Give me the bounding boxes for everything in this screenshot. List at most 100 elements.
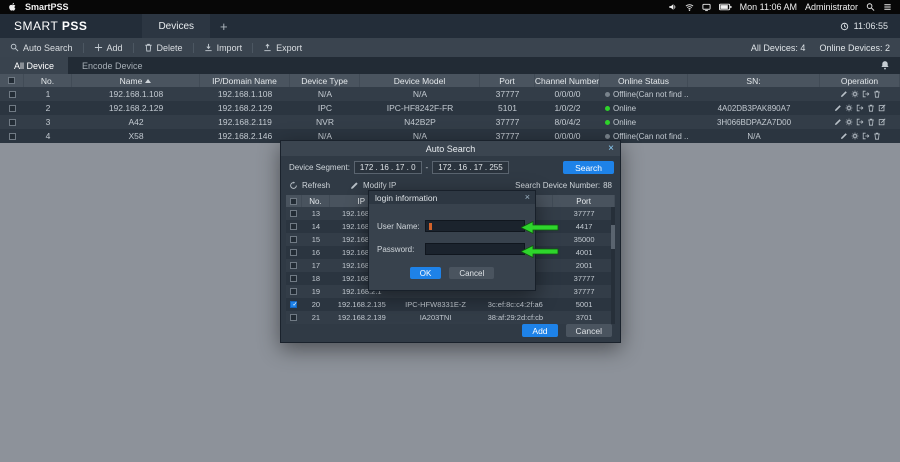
password-input[interactable] <box>425 243 525 255</box>
segment-end-input[interactable]: 172 . 16 . 17 . 255 <box>432 161 509 174</box>
close-icon[interactable]: × <box>525 191 530 204</box>
apple-logo-icon[interactable] <box>8 2 17 12</box>
device-row[interactable]: 3A42192.168.2.119NVRN42B2P377778/0/4/2On… <box>0 115 900 129</box>
device-row[interactable]: 1192.168.1.108192.168.1.108N/AN/A377770/… <box>0 87 900 101</box>
column-header[interactable]: Channel Number <box>535 76 599 86</box>
edit-icon[interactable] <box>840 90 848 98</box>
logout-icon[interactable] <box>862 132 870 140</box>
search-result-row[interactable]: 21192.168.2.139IA203TNI38:af:29:2d:cf:cb… <box>286 311 615 324</box>
row-checkbox[interactable] <box>9 105 16 112</box>
refresh-label[interactable]: Refresh <box>302 181 330 190</box>
cell-no: 13 <box>302 207 330 220</box>
row-checkbox[interactable] <box>290 223 297 230</box>
column-header[interactable]: Port <box>576 197 591 206</box>
new-tab-button[interactable]: + <box>220 19 228 34</box>
column-header[interactable]: Device Model <box>394 76 446 86</box>
logout-icon[interactable] <box>856 104 864 112</box>
import-button[interactable]: Import <box>194 38 253 57</box>
row-checkbox[interactable] <box>290 288 297 295</box>
column-header[interactable]: No. <box>309 197 321 206</box>
ok-button[interactable]: OK <box>410 267 442 279</box>
settings-icon[interactable] <box>845 104 853 112</box>
modify-ip-button[interactable]: Modify IP <box>350 181 396 190</box>
modify-icon[interactable] <box>878 104 886 112</box>
column-header[interactable]: No. <box>41 76 54 86</box>
add-button[interactable]: Add <box>84 38 133 57</box>
row-checkbox[interactable] <box>290 301 297 308</box>
menubar-user[interactable]: Administrator <box>805 2 858 12</box>
logout-icon[interactable] <box>856 118 864 126</box>
modify-icon[interactable] <box>878 118 886 126</box>
menubar-datetime[interactable]: Mon 11:06 AM <box>740 2 797 12</box>
cell-sn: 3H066BDPAZA7D00 <box>688 115 820 129</box>
delete-icon[interactable] <box>873 90 881 98</box>
spotlight-icon[interactable] <box>866 2 875 12</box>
cancel-button-modal[interactable]: Cancel <box>566 324 612 337</box>
cell-port: 3701 <box>553 311 615 324</box>
operation-cell <box>820 87 900 101</box>
column-header[interactable]: SN: <box>746 76 760 86</box>
search-button[interactable]: Search <box>563 161 614 174</box>
column-header[interactable]: Name <box>120 76 143 86</box>
device-row[interactable]: 2192.168.2.129192.168.2.129IPCIPC-HF8242… <box>0 101 900 115</box>
bell-icon[interactable] <box>880 60 890 70</box>
row-checkbox[interactable] <box>290 262 297 269</box>
sort-asc-icon[interactable] <box>145 79 151 83</box>
cell-ip: 192.168.2.129 <box>200 101 290 115</box>
edit-icon[interactable] <box>834 104 842 112</box>
row-checkbox[interactable] <box>290 275 297 282</box>
menubar-app-name[interactable]: SmartPSS <box>25 2 69 12</box>
edit-icon[interactable] <box>840 132 848 140</box>
smartpss-window: SMART PSS Devices + 11:06:55 Auto Search… <box>0 14 900 143</box>
tab-encode-device[interactable]: Encode Device <box>68 57 157 74</box>
scrollbar-thumb[interactable] <box>611 225 615 249</box>
column-header[interactable]: Port <box>499 76 515 86</box>
delete-icon[interactable] <box>867 118 875 126</box>
select-all-checkbox[interactable] <box>8 77 15 84</box>
delete-icon[interactable] <box>873 132 881 140</box>
scrollbar[interactable] <box>611 207 615 324</box>
row-checkbox[interactable] <box>9 119 16 126</box>
import-icon <box>204 43 213 52</box>
select-all-checkbox[interactable] <box>290 198 297 205</box>
settings-icon[interactable] <box>845 118 853 126</box>
tab-devices[interactable]: Devices <box>142 14 210 38</box>
wifi-icon[interactable] <box>685 2 694 12</box>
settings-icon[interactable] <box>851 132 859 140</box>
cancel-button-login[interactable]: Cancel <box>449 267 494 279</box>
row-checkbox[interactable] <box>290 236 297 243</box>
row-checkbox[interactable] <box>9 91 16 98</box>
edit-icon[interactable] <box>834 118 842 126</box>
display-icon[interactable] <box>702 2 711 12</box>
username-input[interactable] <box>425 220 525 232</box>
tab-all-device[interactable]: All Device <box>0 57 68 74</box>
column-header[interactable]: Online Status <box>618 76 669 86</box>
refresh-icon[interactable] <box>289 181 298 190</box>
auto-search-button[interactable]: Auto Search <box>0 38 83 57</box>
column-header[interactable]: Operation <box>841 76 878 86</box>
close-icon[interactable]: × <box>608 142 614 155</box>
settings-icon[interactable] <box>851 90 859 98</box>
export-button[interactable]: Export <box>253 38 312 57</box>
delete-button[interactable]: Delete <box>134 38 193 57</box>
logout-icon[interactable] <box>862 90 870 98</box>
operation-cell <box>820 101 900 115</box>
offline-dot-icon <box>605 134 610 139</box>
row-checkbox[interactable] <box>290 249 297 256</box>
column-header[interactable]: IP/Domain Name <box>212 76 277 86</box>
add-button-modal[interactable]: Add <box>522 324 557 337</box>
row-checkbox[interactable] <box>290 210 297 217</box>
notification-center-icon[interactable] <box>883 2 892 12</box>
search-result-row[interactable]: 20192.168.2.135IPC-HFW8331E-Z3c:ef:8c:c4… <box>286 298 615 311</box>
segment-start-input[interactable]: 172 . 16 . 17 . 0 <box>354 161 422 174</box>
delete-icon[interactable] <box>867 104 875 112</box>
cell-model: IPC-HF8242F-FR <box>360 101 480 115</box>
column-header[interactable]: IP <box>358 197 366 206</box>
cell-name: X58 <box>72 129 200 143</box>
row-checkbox[interactable] <box>9 133 16 140</box>
cell-port: 4417 <box>553 220 615 233</box>
column-header[interactable]: Device Type <box>301 76 348 86</box>
volume-icon[interactable] <box>668 2 677 12</box>
battery-icon[interactable] <box>719 3 732 11</box>
row-checkbox[interactable] <box>290 314 297 321</box>
